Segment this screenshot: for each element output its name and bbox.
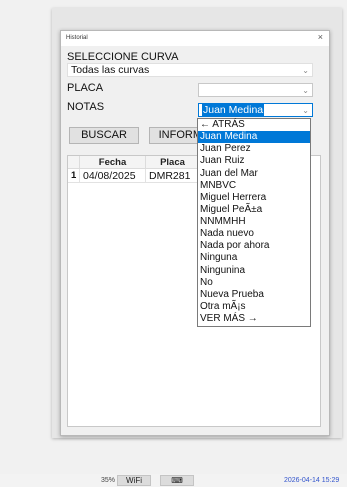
keyboard-icon[interactable]: ⌨ [160,475,194,486]
dropdown-item[interactable]: Ninguna [198,252,310,264]
title-bar: Historial × [61,31,329,46]
wifi-button[interactable]: WiFi [117,475,151,486]
dropdown-item-ver-mas[interactable]: VER MÁS → [198,313,310,325]
buscar-button[interactable]: BUSCAR [69,127,139,144]
table-header-placa: Placa [146,156,200,169]
datetime: 2026-04-14 15:29 [284,477,340,484]
notas-dropdown-list: ← ATRÁS Juan Medina Juan Perez Juan Ruiz… [197,118,311,327]
dropdown-item[interactable]: Juan Perez [198,143,310,155]
dropdown-item[interactable]: MNBVC [198,180,310,192]
table-row-number[interactable]: 1 [68,169,80,183]
table-header-index [68,156,80,169]
dropdown-item-selected[interactable]: Juan Medina [198,131,310,144]
chevron-down-icon: ⌄ [302,106,309,115]
dropdown-item[interactable]: Otra mÃ¡s [198,301,310,313]
chevron-down-icon: ⌄ [302,86,309,95]
curva-value: Todas las curvas [71,64,150,76]
dropdown-item[interactable]: Juan Ruiz [198,155,310,167]
placa-label: PLACA [67,82,104,94]
chevron-down-icon: ⌄ [302,66,309,75]
dropdown-item[interactable]: NNMMHH [198,216,310,228]
dropdown-item[interactable]: No [198,277,310,289]
dropdown-item[interactable]: Nada nuevo [198,228,310,240]
close-icon[interactable]: × [318,32,323,42]
battery-level: 35% [101,477,116,484]
dropdown-item[interactable]: Nueva Prueba [198,289,310,301]
notas-select[interactable]: Juan Medina ⌄ [198,103,313,117]
dropdown-item[interactable]: Miguel PeÃ±a [198,204,310,216]
dropdown-item[interactable]: Miguel Herrera [198,192,310,204]
notas-value: Juan Medina [202,104,265,117]
placa-select[interactable]: ⌄ [198,83,313,97]
taskbar: 35% WiFi ⌨ 2026-04-14 15:29 [0,474,347,487]
table-header-fecha: Fecha [80,156,146,169]
curva-label: SELECCIONE CURVA [67,51,179,63]
curva-select[interactable]: Todas las curvas ⌄ [67,63,313,77]
table-cell-placa[interactable]: DMR281 [146,169,200,183]
notas-label: NOTAS [67,101,105,113]
dropdown-item[interactable]: Juan del Mar [198,168,310,180]
dropdown-item-atras[interactable]: ← ATRÁS [198,119,310,131]
window-title: Historial [66,35,88,41]
dropdown-item[interactable]: Nada por ahora [198,240,310,252]
table-cell-fecha[interactable]: 04/08/2025 [80,169,146,183]
dropdown-item[interactable]: Ningunina [198,265,310,277]
